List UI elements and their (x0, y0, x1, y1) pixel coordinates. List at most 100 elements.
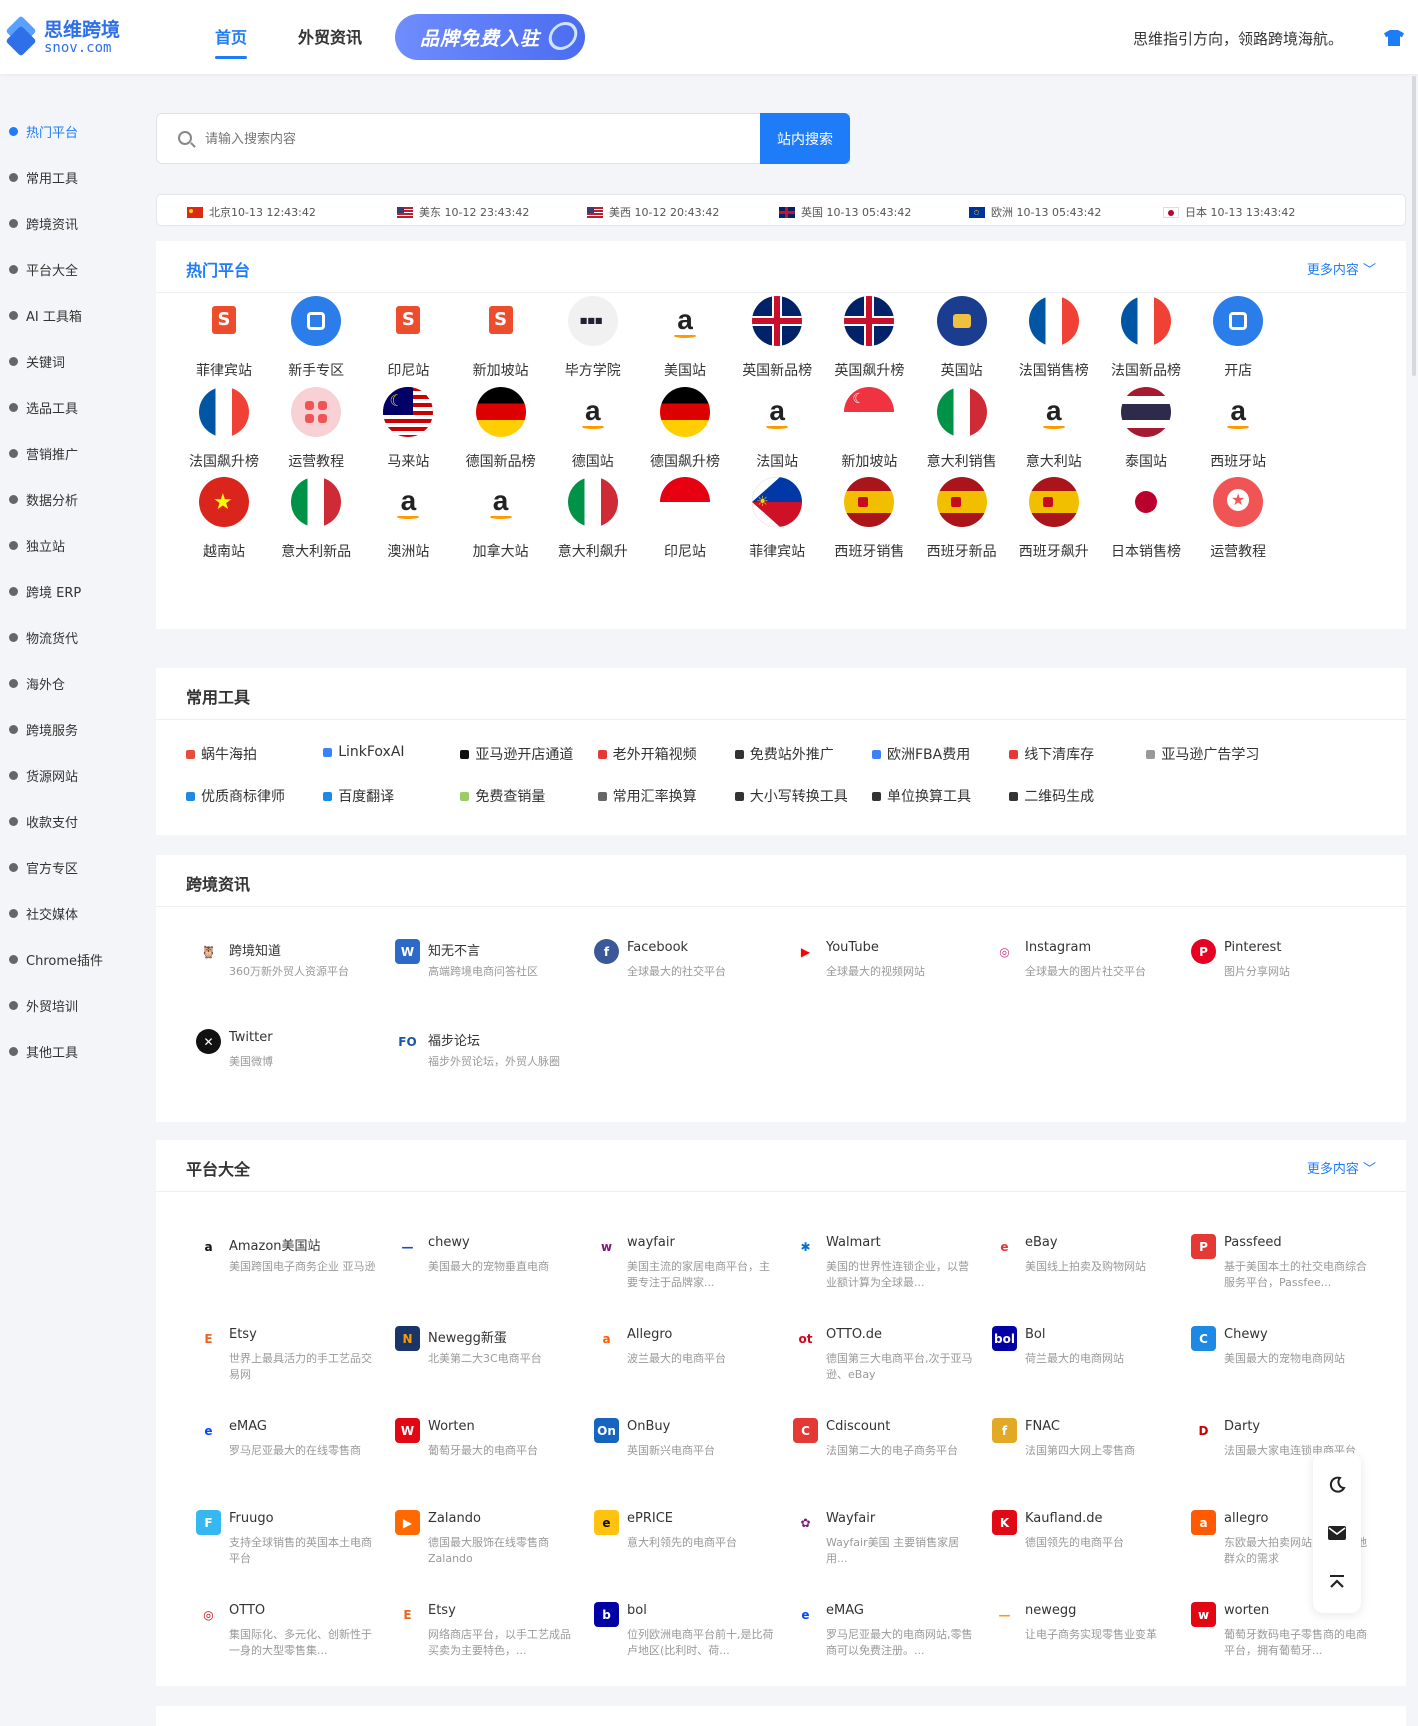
sidebar-item[interactable]: 官方专区 (0, 844, 130, 890)
nav-home[interactable]: 首页 (215, 24, 248, 59)
sidebar-item[interactable]: 社交媒体 (0, 890, 130, 936)
hot-platform-item[interactable]: ★ 运营教程 (1188, 477, 1288, 561)
hot-platform-item[interactable]: a 美国站 (635, 296, 735, 380)
chevron-down-icon: ﹀ (1362, 263, 1376, 278)
hot-platform-item[interactable]: 西班牙销售 (819, 477, 919, 561)
blue-flag-icon (1213, 296, 1264, 346)
hot-platform-item[interactable]: 印尼站 (635, 477, 735, 561)
hot-platform-label: 德国站 (571, 453, 614, 470)
hot-platform-item[interactable]: a 澳洲站 (358, 477, 458, 561)
hot-platform-item[interactable]: 法国销售榜 (1004, 296, 1104, 380)
search-input[interactable] (205, 126, 805, 152)
scrollbar[interactable] (1412, 76, 1416, 376)
more-content-link[interactable]: 更多内容 ﹀ (1307, 259, 1376, 278)
hot-platform-item[interactable]: 意大利销售 (912, 386, 1012, 471)
sidebar-item[interactable]: 关键词 (0, 338, 130, 384)
hot-platform-item[interactable]: a 德国站 (543, 386, 643, 471)
sidebar-item[interactable]: 营销推广 (0, 430, 130, 476)
sidebar-item[interactable]: 常用工具 (0, 154, 130, 200)
hot-platform-item[interactable]: ☀ 菲律宾站 (727, 477, 827, 561)
search-button[interactable]: 站内搜索 (760, 113, 850, 164)
back-to-top-button[interactable] (1325, 1571, 1349, 1595)
tool-link[interactable]: LinkFoxAI (323, 744, 405, 760)
dark-mode-toggle[interactable] (1325, 1473, 1349, 1497)
sidebar-item-label: 官方专区 (26, 861, 79, 877)
platform-logo-icon: W (395, 1418, 420, 1443)
hot-platform-item[interactable]: 法国新品榜 (1096, 296, 1196, 380)
hot-platform-item[interactable]: ★ 越南站 (174, 477, 274, 561)
news-name: Instagram (1025, 940, 1092, 955)
hot-platform-item[interactable]: ☾ 马来站 (358, 386, 458, 471)
hot-platform-item[interactable]: 英国站 (912, 296, 1012, 380)
hot-platform-item[interactable]: S 新加坡站 (451, 296, 551, 380)
shirt-icon[interactable] (1384, 30, 1404, 46)
platform-name: Passfeed (1224, 1235, 1282, 1250)
sidebar-item[interactable]: 收款支付 (0, 798, 130, 844)
sidebar-item-icon (9, 816, 18, 826)
tool-link[interactable]: 老外开箱视频 (597, 744, 697, 764)
tool-link[interactable]: 免费站外推广 (734, 744, 834, 764)
sidebar-item[interactable]: 海外仓 (0, 660, 130, 706)
tool-link[interactable]: 单位换算工具 (872, 786, 971, 806)
hot-platform-item[interactable]: 新手专区 (266, 296, 366, 380)
sidebar-item[interactable]: 货源网站 (0, 752, 130, 798)
sidebar-item[interactable]: 跨境资讯 (0, 200, 130, 246)
sidebar-item[interactable]: 跨境 ERP (0, 568, 130, 614)
tool-link[interactable]: 常用汇率换算 (597, 786, 697, 806)
sidebar-item[interactable]: 数据分析 (0, 476, 130, 522)
hot-platform-item[interactable]: 西班牙新品 (912, 477, 1012, 561)
sidebar-item[interactable]: AI 工具箱 (0, 292, 130, 338)
sidebar-item[interactable]: 跨境服务 (0, 706, 130, 752)
hot-platform-item[interactable]: 意大利新品 (266, 477, 366, 561)
sidebar-item[interactable]: 平台大全 (0, 246, 130, 292)
promo-banner-button[interactable]: 品牌免费入驻 (395, 14, 585, 60)
hot-platform-item[interactable]: 意大利飙升 (543, 477, 643, 561)
hot-platform-item[interactable]: S 菲律宾站 (174, 296, 274, 380)
tool-link[interactable]: 蜗牛海拍 (186, 744, 257, 764)
hot-platform-item[interactable]: 日本销售榜 (1096, 477, 1196, 561)
hot-platform-item[interactable]: 德国飙升榜 (635, 386, 735, 471)
platform-name: allegro (1224, 1511, 1269, 1526)
hot-platform-item[interactable]: 英国新品榜 (727, 296, 827, 380)
tool-icon (186, 791, 195, 801)
hot-platform-item[interactable]: 英国飙升榜 (819, 296, 919, 380)
tool-link[interactable]: 欧洲FBA费用 (872, 744, 970, 764)
hot-platform-item[interactable]: ■■■ 毕方学院 (543, 296, 643, 380)
fr-flag-icon (199, 386, 249, 437)
tool-link[interactable]: 二维码生成 (1009, 786, 1094, 806)
hot-platform-item[interactable]: S 印尼站 (358, 296, 458, 380)
tool-link[interactable]: 线下清库存 (1009, 744, 1094, 764)
hot-platform-item[interactable]: 法国飙升榜 (174, 386, 274, 471)
sidebar-item[interactable]: 选品工具 (0, 384, 130, 430)
hot-platform-item[interactable]: 西班牙飙升 (1004, 477, 1104, 561)
hot-platform-item[interactable]: a 加拿大站 (451, 477, 551, 561)
hot-platform-item[interactable]: 泰国站 (1096, 386, 1196, 471)
tool-link[interactable]: 亚马逊广告学习 (1146, 744, 1259, 764)
sidebar-item[interactable]: 独立站 (0, 522, 130, 568)
sidebar-item[interactable]: 物流货代 (0, 614, 130, 660)
tool-link[interactable]: 百度翻译 (323, 786, 394, 806)
hot-platform-item[interactable]: 运营教程 (266, 386, 366, 471)
sidebar-item[interactable]: 其他工具 (0, 1028, 130, 1074)
hot-platform-label: 越南站 (203, 544, 245, 560)
hot-platform-item[interactable]: 开店 (1188, 296, 1288, 380)
contact-button[interactable] (1325, 1521, 1349, 1545)
tool-icon (597, 791, 607, 801)
logo[interactable]: 思维跨境 snov.com (5, 14, 136, 60)
sidebar-item[interactable]: Chrome插件 (0, 936, 130, 982)
more-content-link[interactable]: 更多内容 ﹀ (1307, 1158, 1376, 1177)
sidebar-item[interactable]: 外贸培训 (0, 982, 130, 1028)
hot-platform-item[interactable]: 德国新品榜 (451, 386, 551, 471)
hot-platform-item[interactable]: a 西班牙站 (1188, 386, 1288, 471)
tool-icon (1009, 749, 1019, 759)
floating-toolbar (1313, 1453, 1361, 1613)
hot-platform-item[interactable]: ☾ 新加坡站 (819, 386, 919, 471)
sidebar-item[interactable]: 热门平台 (0, 108, 130, 154)
nav-news[interactable]: 外贸资讯 (298, 24, 362, 48)
tool-link[interactable]: 大小写转换工具 (734, 786, 848, 806)
hot-platform-item[interactable]: a 意大利站 (1004, 386, 1104, 471)
tool-link[interactable]: 优质商标律师 (186, 786, 285, 806)
hot-platform-item[interactable]: a 法国站 (727, 386, 827, 471)
tool-link[interactable]: 免费查销量 (460, 786, 545, 806)
tool-link[interactable]: 亚马逊开店通道 (460, 744, 573, 764)
